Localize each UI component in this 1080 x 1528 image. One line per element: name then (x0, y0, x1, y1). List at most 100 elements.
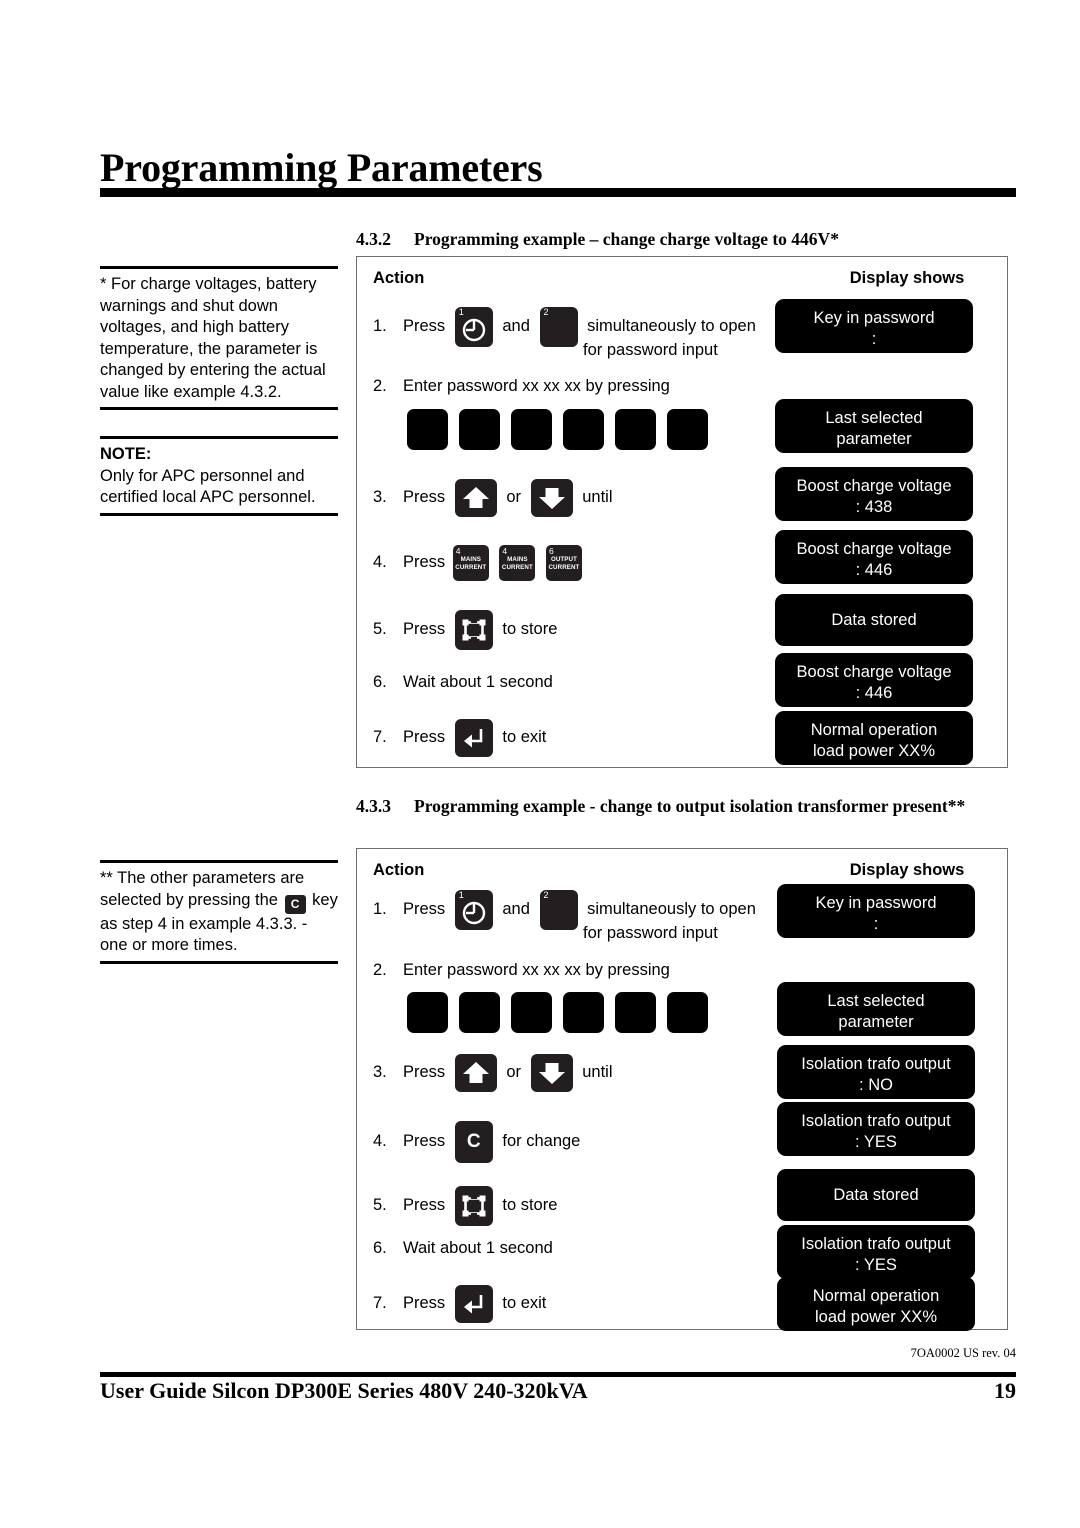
footer-guide-title: User Guide Silcon DP300E Series 480V 240… (100, 1378, 588, 1403)
password-key[interactable] (563, 992, 604, 1033)
arrow-up-key-icon[interactable] (454, 1054, 497, 1092)
side-note-text: * For charge voltages, battery warnings … (100, 275, 326, 401)
step-conjunction: or (506, 488, 522, 507)
password-key[interactable] (511, 992, 552, 1033)
password-key[interactable] (667, 992, 708, 1033)
c-key-icon: C (284, 894, 306, 914)
arrow-down-key-icon[interactable] (530, 1054, 573, 1092)
power-clock-key-icon[interactable]: 1 (454, 307, 493, 347)
display-box: Key in password : (777, 884, 975, 938)
page-number: 19 (994, 1378, 1016, 1403)
password-key[interactable] (667, 409, 708, 450)
power-clock-key-icon[interactable]: 1 (454, 890, 493, 930)
step-text: to store (502, 1196, 558, 1215)
table-row: 5. Press to store (373, 610, 557, 650)
blank-key-icon[interactable]: 2 (539, 307, 578, 347)
store-key-icon[interactable] (454, 610, 493, 650)
step-verb: Press (403, 317, 446, 336)
arrow-up-key-icon[interactable] (454, 479, 497, 517)
display-box: Isolation trafo output : YES (777, 1102, 975, 1156)
password-key[interactable] (407, 409, 448, 450)
key-number: 4 (502, 546, 508, 556)
table-row: 2. Enter password xx xx xx by pressing (373, 959, 670, 981)
password-key[interactable] (459, 992, 500, 1033)
footer-divider (100, 1372, 1016, 1377)
display-line-1: Normal operation (810, 721, 938, 739)
section-number: 4.3.3 (356, 796, 391, 816)
mains-current-key-icon[interactable]: 4 MAINS CURRENT (499, 545, 536, 581)
arrow-down-key-icon[interactable] (530, 479, 573, 517)
document-page: Programming Parameters * For charge volt… (0, 0, 1080, 1528)
blank-key-icon[interactable]: 2 (539, 890, 578, 930)
step-text-second-line: for password input (583, 341, 718, 359)
step-text: for change (502, 1132, 581, 1151)
display-line-2: parameter (838, 1013, 914, 1031)
step-verb: Press (403, 728, 446, 747)
password-key-row (407, 992, 719, 1038)
display-line-1: Normal operation (812, 1287, 940, 1305)
mains-current-key-icon[interactable]: 4 MAINS CURRENT (452, 545, 489, 581)
note-divider-bottom (100, 512, 338, 516)
store-key-icon[interactable] (454, 1186, 493, 1226)
step-text: until (582, 1063, 613, 1082)
section-title: Programming example - change to output i… (414, 796, 966, 816)
table-row: 3. Press or until (373, 1054, 613, 1092)
enter-key-icon[interactable] (454, 719, 493, 757)
display-box: Key in password : (775, 299, 973, 353)
password-key-row (407, 409, 719, 455)
password-key[interactable] (563, 409, 604, 450)
key-label: MAINS CURRENT (453, 556, 489, 572)
page-title: Programming Parameters (100, 145, 543, 190)
display-line-2: : 438 (855, 498, 893, 516)
step-text: to exit (502, 1294, 547, 1313)
key-label: OUTPUT CURRENT (546, 556, 582, 572)
table-row: 3. Press or until (373, 479, 613, 517)
step-conjunction: or (506, 1063, 522, 1082)
display-box: Boost charge voltage : 446 (775, 530, 973, 584)
step-text: to exit (502, 728, 547, 747)
c-key-letter: C (466, 1131, 481, 1152)
display-line-1: Key in password (813, 309, 935, 327)
enter-key-icon[interactable] (454, 1285, 493, 1323)
step-number: 1. (373, 317, 387, 336)
password-key[interactable] (407, 992, 448, 1033)
password-key[interactable] (615, 409, 656, 450)
step-number: 3. (373, 488, 387, 507)
display-box: Data stored (777, 1169, 975, 1221)
display-box: Data stored (775, 594, 973, 646)
section-number: 4.3.2 (356, 229, 391, 249)
display-box: Isolation trafo output : YES (777, 1225, 975, 1279)
password-key[interactable] (459, 409, 500, 450)
table-row: 5. Press to store (373, 1186, 557, 1226)
side-note-body: ** The other parameters are selected by … (100, 863, 338, 961)
step-text: Enter password xx xx xx by pressing (403, 961, 670, 979)
procedure-table-433: Action Display shows 1. Press 1 and 2 sim… (356, 848, 1008, 1331)
key-label-line2: CURRENT (548, 564, 580, 571)
display-line-2: : YES (855, 1133, 897, 1151)
display-line-2: parameter (836, 430, 912, 448)
step-verb: Press (403, 553, 446, 572)
step-conjunction: and (502, 317, 530, 336)
display-box: Isolation trafo output : NO (777, 1045, 975, 1099)
c-key-icon[interactable]: C (454, 1121, 493, 1163)
step-number: 4. (373, 1132, 387, 1151)
display-line-2: load power XX% (813, 742, 935, 760)
step-verb: Press (403, 1196, 446, 1215)
password-key[interactable] (511, 409, 552, 450)
password-key[interactable] (615, 992, 656, 1033)
step-number: 2. (373, 961, 387, 979)
display-line-1: Data stored (833, 1186, 919, 1204)
display-line-1: Key in password (815, 894, 937, 912)
step-number: 5. (373, 620, 387, 639)
section-heading-432: 4.3.2 Programming example – change charge… (356, 227, 1014, 251)
side-note-text-before: ** The other parameters are selected by … (100, 869, 305, 909)
display-line-1: Boost charge voltage (796, 477, 952, 495)
display-line-1: Isolation trafo output (801, 1055, 951, 1073)
key-label-line1: OUTPUT (550, 556, 577, 563)
table-row: 4. Press 4 MAINS CURRENT 4 MAINS CURRENT … (373, 545, 585, 581)
step-verb: Press (403, 900, 446, 919)
output-current-key-icon[interactable]: 6 OUTPUT CURRENT (545, 545, 582, 581)
display-box: Normal operation load power XX% (777, 1277, 975, 1331)
display-box: Last selected parameter (777, 982, 975, 1036)
display-line-1: Isolation trafo output (801, 1112, 951, 1130)
